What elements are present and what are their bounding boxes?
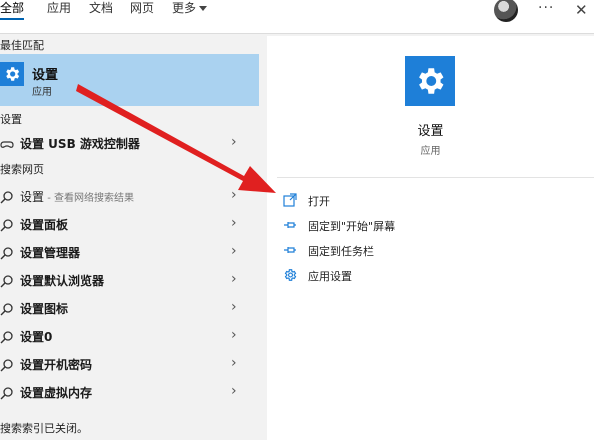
web-result-settings-icon[interactable]: 设置图标 › — [0, 295, 259, 323]
list-item-label: 设置管理器 — [20, 246, 81, 260]
web-result-term: 设置 — [20, 190, 45, 204]
tab-web[interactable]: 网页 — [130, 0, 154, 20]
chevron-right-icon: › — [231, 383, 237, 399]
web-result-settings[interactable]: 设置 - 查看网络搜索结果 › — [0, 183, 259, 211]
gear-icon — [284, 269, 297, 281]
search-icon — [0, 275, 13, 288]
web-result-default-browser[interactable]: 设置默认浏览器 › — [0, 267, 259, 295]
list-item-usb-controller[interactable]: 设置 USB 游戏控制器 › — [0, 130, 259, 158]
pin-icon — [284, 222, 296, 228]
list-item-label: 设置0 — [20, 330, 53, 344]
tab-apps[interactable]: 应用 — [47, 0, 71, 20]
open-icon — [283, 193, 297, 207]
action-label: 应用设置 — [308, 270, 352, 283]
action-label: 固定到"开始"屏幕 — [308, 220, 396, 233]
search-icon — [0, 359, 13, 372]
search-icon — [0, 191, 13, 204]
list-item-label: 设置默认浏览器 — [20, 274, 105, 288]
web-result-settings-0[interactable]: 设置0 › — [0, 323, 259, 351]
search-icon — [0, 247, 13, 260]
close-icon[interactable]: ✕ — [575, 1, 588, 19]
web-section-header: 搜索网页 — [0, 163, 44, 176]
app-title: 设置 — [417, 124, 444, 139]
web-result-virtual-memory[interactable]: 设置虚拟内存 › — [0, 379, 259, 407]
action-label: 固定到任务栏 — [308, 245, 374, 258]
tab-all[interactable]: 全部 — [0, 0, 25, 20]
search-icon — [0, 387, 13, 400]
tab-documents[interactable]: 文档 — [89, 0, 113, 20]
chevron-right-icon: › — [231, 215, 237, 231]
web-result-boot-password[interactable]: 设置开机密码 › — [0, 351, 259, 379]
tab-more-label: 更多 — [172, 1, 197, 15]
chevron-right-icon: › — [231, 134, 237, 150]
list-item-label: 设置虚拟内存 — [20, 386, 93, 400]
chevron-right-icon: › — [231, 243, 237, 259]
results-list: 最佳匹配 设置 应用 设置 设置 USB 游戏控制器 › 搜索网页 设置 - 查… — [0, 34, 262, 440]
tab-more[interactable]: 更多 — [172, 0, 208, 20]
app-detail-pane: 设置 应用 打开 固定到"开始"屏幕 固定到任务栏 应用设置 — [267, 36, 594, 440]
list-item-label: 设置图标 — [20, 302, 69, 316]
app-type: 应用 — [420, 146, 441, 157]
action-label: 打开 — [308, 195, 330, 208]
search-icon — [0, 219, 13, 232]
chevron-down-icon — [199, 6, 208, 11]
chevron-right-icon: › — [231, 187, 237, 203]
settings-section-header: 设置 — [0, 113, 22, 126]
chevron-right-icon: › — [231, 271, 237, 287]
chevron-right-icon: › — [231, 299, 237, 315]
ellipsis-icon[interactable]: ··· — [538, 0, 554, 16]
list-item-label: 设置开机密码 — [20, 358, 93, 372]
search-filter-bar: 全部 应用 文档 网页 更多 ··· ✕ — [0, 0, 594, 34]
search-icon — [0, 331, 13, 344]
chevron-right-icon: › — [231, 327, 237, 343]
best-match-header: 最佳匹配 — [0, 39, 44, 52]
list-item-label: 设置 USB 游戏控制器 — [20, 137, 140, 151]
best-match-title: 设置 — [32, 68, 59, 83]
best-match-settings[interactable]: 设置 应用 — [0, 54, 259, 106]
gamepad-icon — [0, 141, 14, 148]
gear-icon — [405, 56, 455, 106]
search-icon — [0, 303, 13, 316]
avatar[interactable] — [494, 0, 518, 22]
chevron-right-icon: › — [231, 355, 237, 371]
web-result-settings-manager[interactable]: 设置管理器 › — [0, 239, 259, 267]
divider — [277, 177, 594, 178]
pin-icon — [284, 247, 296, 253]
index-settings-link[interactable]: ▂▂▂▂▂▂▂▂. — [0, 435, 74, 440]
web-result-hint: - 查看网络搜索结果 — [44, 193, 134, 204]
list-item-label: 设置 - 查看网络搜索结果 — [20, 188, 134, 205]
web-result-settings-panel[interactable]: 设置面板 › — [0, 211, 259, 239]
best-match-subtitle: 应用 — [32, 87, 52, 98]
gear-icon — [0, 62, 24, 86]
list-item-label: 设置面板 — [20, 218, 69, 232]
index-status-text: 搜索索引已关闭。 — [0, 422, 88, 435]
